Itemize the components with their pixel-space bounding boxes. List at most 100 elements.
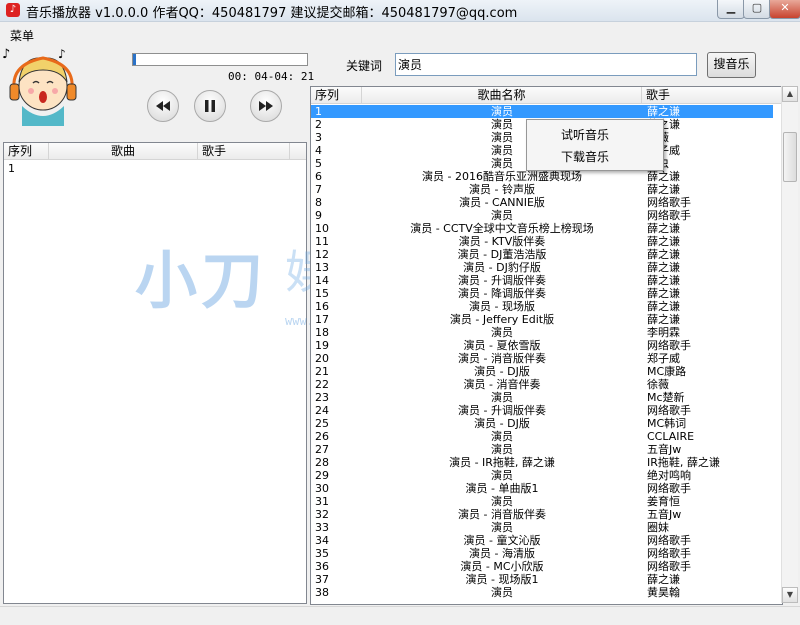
table-row[interactable]: 35 演员 - 海清版 网络歌手 [311, 547, 773, 560]
row-singer: 网络歌手 [647, 209, 691, 222]
keyword-label: 关键词 [346, 59, 383, 73]
menu-item-preview-music[interactable]: 试听音乐 [561, 126, 609, 143]
close-button[interactable]: ✕ [769, 0, 800, 19]
column-header-index[interactable]: 序列 [4, 143, 49, 160]
table-row[interactable]: 33 演员 圈妹 [311, 521, 773, 534]
row-index: 15 [315, 287, 329, 300]
row-index: 13 [315, 261, 329, 274]
table-row[interactable]: 7 演员 - 铃声版 薛之谦 [311, 183, 773, 196]
row-index: 22 [315, 378, 329, 391]
scrollbar-thumb[interactable] [783, 132, 797, 182]
row-index: 24 [315, 404, 329, 417]
row-singer: IR拖鞋, 薛之谦 [647, 456, 720, 469]
pause-button[interactable] [194, 90, 226, 122]
row-index: 11 [315, 235, 329, 248]
table-row[interactable]: 9 演员 网络歌手 [311, 209, 773, 222]
table-row[interactable]: 38 演员 黄昊翰 [311, 586, 773, 599]
row-singer: 薛之谦 [647, 261, 680, 274]
column-header-song-name[interactable]: 歌曲名称 [362, 87, 642, 104]
progress-fill [133, 54, 137, 65]
table-row[interactable]: 25 演员 - DJ版 MC韩词 [311, 417, 773, 430]
row-index: 35 [315, 547, 329, 560]
row-index: 23 [315, 391, 329, 404]
previous-button[interactable] [147, 90, 179, 122]
row-index: 31 [315, 495, 329, 508]
row-singer: 姜育恒 [647, 495, 680, 508]
row-song-name: 演员 - CANNIE版 [459, 196, 545, 209]
column-header-singer[interactable]: 歌手 [642, 87, 782, 104]
column-header-song[interactable]: 歌曲 [49, 143, 198, 160]
column-header-singer[interactable]: 歌手 [198, 143, 290, 160]
row-song-name: 演员 [491, 430, 513, 443]
table-row[interactable]: 10 演员 - CCTV全球中文音乐榜上榜现场 薛之谦 [311, 222, 773, 235]
row-index: 36 [315, 560, 329, 573]
table-row[interactable]: 16 演员 - 现场版 薛之谦 [311, 300, 773, 313]
table-row[interactable]: 31 演员 姜育恒 [311, 495, 773, 508]
table-row[interactable]: 29 演员 绝对鸣响 [311, 469, 773, 482]
row-index: 26 [315, 430, 329, 443]
table-row[interactable]: 32 演员 - 消音版伴奏 五音Jw [311, 508, 773, 521]
minimize-button[interactable]: ▁ [717, 0, 745, 19]
playback-progress-bar[interactable] [132, 53, 308, 66]
table-row[interactable]: 18 演员 李明霖 [311, 326, 773, 339]
maximize-button[interactable]: ▢ [743, 0, 771, 19]
table-row[interactable]: 12 演员 - DJ董浩浩版 薛之谦 [311, 248, 773, 261]
table-row[interactable]: 22 演员 - 消音伴奏 徐薇 [311, 378, 773, 391]
row-song-name: 演员 - Jeffery Edit版 [449, 313, 555, 326]
table-row[interactable]: 14 演员 - 升调版伴奏 薛之谦 [311, 274, 773, 287]
playlist-table: 序列 歌曲 歌手 1 [3, 142, 307, 604]
row-song-name: 演员 - 消音版伴奏 [458, 508, 546, 521]
menu-item-main[interactable]: 菜单 [10, 27, 34, 44]
music-app-icon: ♪ [6, 3, 20, 17]
column-header-index[interactable]: 序列 [311, 87, 362, 104]
row-index: 8 [315, 196, 322, 209]
row-index: 18 [315, 326, 329, 339]
row-singer: 徐薇 [647, 378, 669, 391]
table-row[interactable]: 19 演员 - 夏依雪版 网络歌手 [311, 339, 773, 352]
scroll-up-arrow-icon[interactable]: ▲ [782, 86, 798, 102]
search-music-button[interactable]: 搜音乐 [707, 52, 756, 78]
row-singer: 薛之谦 [647, 222, 680, 235]
table-row[interactable]: 1 演员 薛之谦 [311, 105, 773, 118]
table-row[interactable]: 26 演员 CCLAIRE [311, 430, 773, 443]
row-song-name: 演员 - IR拖鞋, 薛之谦 [449, 456, 555, 469]
table-row[interactable]: 20 演员 - 消音版伴奏 郑子威 [311, 352, 773, 365]
table-row[interactable]: 36 演员 - MC小欣版 网络歌手 [311, 560, 773, 573]
table-row[interactable]: 6 演员 - 2016酷音乐亚洲盛典现场 薛之谦 [311, 170, 773, 183]
vertical-scrollbar[interactable]: ▲ ▼ [781, 86, 798, 603]
table-row[interactable]: 8 演员 - CANNIE版 网络歌手 [311, 196, 773, 209]
row-singer: 薛之谦 [647, 235, 680, 248]
row-index: 27 [315, 443, 329, 456]
next-button[interactable] [250, 90, 282, 122]
row-song-name: 演员 - 现场版 [469, 300, 535, 313]
row-index: 38 [315, 586, 329, 599]
row-singer: 薛之谦 [647, 105, 680, 118]
table-row[interactable]: 17 演员 - Jeffery Edit版 薛之谦 [311, 313, 773, 326]
row-song-name: 演员 - DJ董浩浩版 [457, 248, 547, 261]
table-row[interactable]: 27 演员 五音Jw [311, 443, 773, 456]
table-row[interactable]: 28 演员 - IR拖鞋, 薛之谦 IR拖鞋, 薛之谦 [311, 456, 773, 469]
row-singer: MC康路 [647, 365, 687, 378]
row-singer: 五音Jw [647, 508, 682, 521]
row-singer: 网络歌手 [647, 560, 691, 573]
row-singer: 绝对鸣响 [647, 469, 691, 482]
table-row[interactable]: 21 演员 - DJ版 MC康路 [311, 365, 773, 378]
table-row[interactable]: 23 演员 Mc楚新 [311, 391, 773, 404]
table-row[interactable]: 37 演员 - 现场版1 薛之谦 [311, 573, 773, 586]
table-row[interactable]: 34 演员 - 童文沁版 网络歌手 [311, 534, 773, 547]
window-title: 音乐播放器 v1.0.0.0 作者QQ：450481797 建议提交邮箱：450… [26, 6, 518, 21]
keyword-input[interactable] [395, 53, 697, 76]
table-row[interactable]: 11 演员 - KTV版伴奏 薛之谦 [311, 235, 773, 248]
row-singer: 薛之谦 [647, 300, 680, 313]
row-song-name: 演员 - 升调版伴奏 [458, 274, 546, 287]
table-row[interactable]: 24 演员 - 升调版伴奏 网络歌手 [311, 404, 773, 417]
table-row[interactable]: 15 演员 - 降调版伴奏 薛之谦 [311, 287, 773, 300]
table-row[interactable]: 30 演员 - 单曲版1 网络歌手 [311, 482, 773, 495]
row-song-name: 演员 [491, 105, 513, 118]
row-song-name: 演员 - CCTV全球中文音乐榜上榜现场 [410, 222, 594, 235]
row-song-name: 演员 - DJ豹仔版 [463, 261, 541, 274]
table-row[interactable]: 13 演员 - DJ豹仔版 薛之谦 [311, 261, 773, 274]
menu-item-download-music[interactable]: 下载音乐 [561, 148, 609, 165]
scroll-down-arrow-icon[interactable]: ▼ [782, 587, 798, 603]
table-row[interactable]: 1 [4, 162, 304, 175]
